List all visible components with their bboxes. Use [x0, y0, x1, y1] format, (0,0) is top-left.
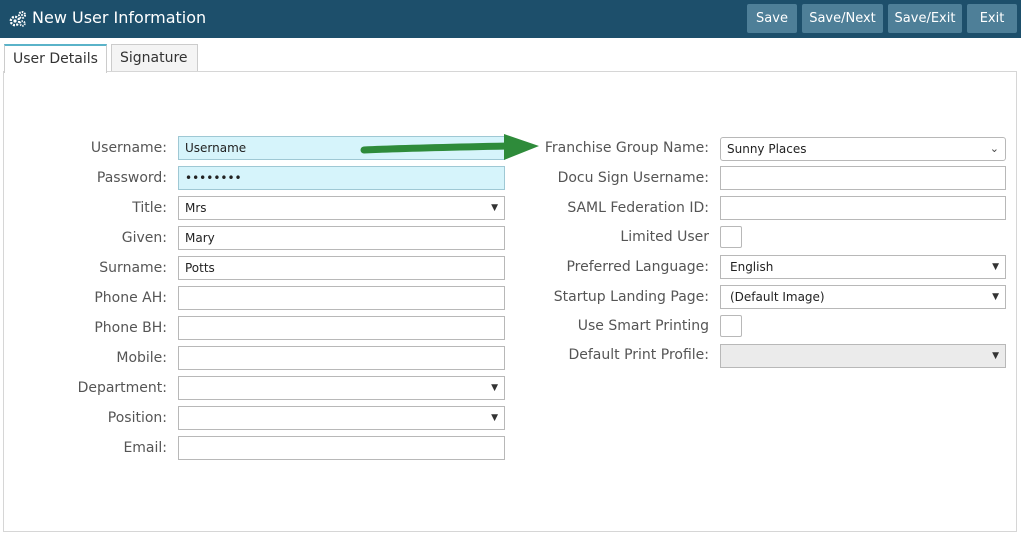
landing-page-select[interactable]: (Default Image) ▼: [720, 285, 1006, 309]
smart-printing-label: Use Smart Printing: [577, 318, 709, 334]
username-label: Username:: [90, 140, 167, 156]
department-select[interactable]: ▼: [178, 376, 505, 400]
title-value: Mrs: [185, 201, 207, 215]
limited-user-checkbox[interactable]: [720, 226, 742, 248]
annotation-arrow-icon: [360, 134, 539, 160]
language-label: Preferred Language:: [566, 259, 709, 275]
surname-label: Surname:: [99, 260, 167, 276]
language-value: English: [730, 260, 774, 274]
mobile-label: Mobile:: [116, 350, 167, 366]
saml-field[interactable]: [720, 196, 1006, 220]
language-select[interactable]: English ▼: [720, 255, 1006, 279]
franchise-group-select[interactable]: Sunny Places ⌄: [720, 137, 1006, 161]
gears-icon: [9, 11, 26, 27]
title-label: Title:: [132, 200, 167, 216]
limited-user-label: Limited User: [620, 229, 709, 245]
franchise-group-value: Sunny Places: [727, 142, 807, 156]
print-profile-select[interactable]: ▼: [720, 344, 1006, 368]
position-select[interactable]: ▼: [178, 406, 505, 430]
phone-bh-field[interactable]: [178, 316, 505, 340]
email-field[interactable]: [178, 436, 505, 460]
page-title: New User Information: [32, 8, 207, 27]
saml-label: SAML Federation ID:: [567, 200, 709, 216]
save-exit-button[interactable]: Save/Exit: [888, 4, 962, 33]
caret-down-icon: ▼: [491, 383, 498, 393]
title-select[interactable]: Mrs ▼: [178, 196, 505, 220]
caret-down-icon: ▼: [491, 413, 498, 423]
department-label: Department:: [77, 380, 167, 396]
phone-ah-field[interactable]: [178, 286, 505, 310]
chevron-down-icon: ⌄: [989, 142, 999, 155]
email-label: Email:: [123, 440, 167, 456]
save-button[interactable]: Save: [747, 4, 797, 33]
caret-down-icon: ▼: [992, 292, 999, 302]
save-next-button[interactable]: Save/Next: [802, 4, 883, 33]
phone-ah-label: Phone AH:: [94, 290, 167, 306]
password-label: Password:: [96, 170, 167, 186]
password-field[interactable]: ••••••••: [178, 166, 505, 190]
header-bar: New User Information Save Save/Next Save…: [0, 0, 1021, 38]
tab-signature[interactable]: Signature: [111, 44, 198, 72]
given-label: Given:: [121, 230, 167, 246]
tab-user-details[interactable]: User Details: [4, 44, 107, 73]
caret-down-icon: ▼: [491, 203, 498, 213]
given-field[interactable]: Mary: [178, 226, 505, 250]
exit-button[interactable]: Exit: [967, 4, 1017, 33]
smart-printing-checkbox[interactable]: [720, 315, 742, 337]
caret-down-icon: ▼: [992, 351, 999, 361]
franchise-group-label: Franchise Group Name:: [544, 140, 709, 156]
landing-page-label: Startup Landing Page:: [553, 289, 709, 305]
position-label: Position:: [107, 410, 167, 426]
surname-field[interactable]: Potts: [178, 256, 505, 280]
print-profile-label: Default Print Profile:: [568, 347, 709, 363]
docusign-label: Docu Sign Username:: [557, 170, 709, 186]
docusign-field[interactable]: [720, 166, 1006, 190]
mobile-field[interactable]: [178, 346, 505, 370]
landing-page-value: (Default Image): [730, 290, 825, 304]
caret-down-icon: ▼: [992, 262, 999, 272]
phone-bh-label: Phone BH:: [94, 320, 167, 336]
